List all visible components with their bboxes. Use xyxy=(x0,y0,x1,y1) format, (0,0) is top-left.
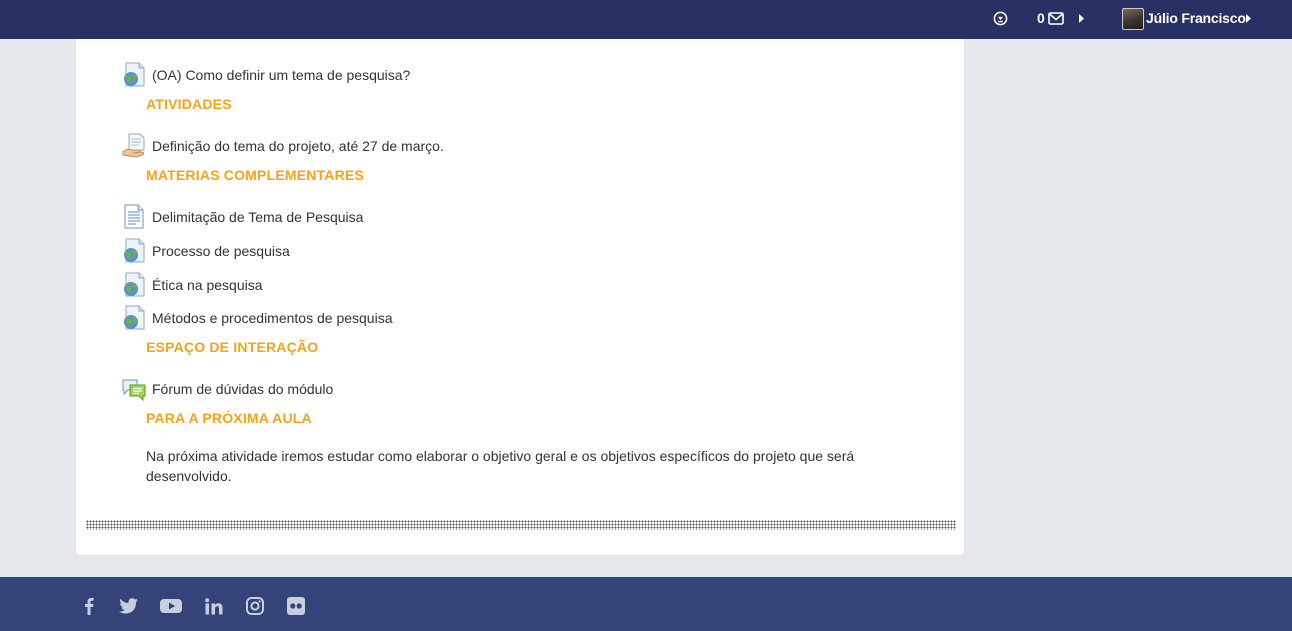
activity-item[interactable]: Processo de pesquisa xyxy=(122,238,290,264)
next-class-description: Na próxima atividade iremos estudar como… xyxy=(146,448,855,484)
assignment-hand-icon xyxy=(122,133,145,158)
flickr-icon[interactable] xyxy=(285,596,307,616)
activity-item[interactable]: Definição do tema do projeto, até 27 de … xyxy=(122,133,444,159)
page-document-icon xyxy=(124,204,144,229)
message-count[interactable]: 0 xyxy=(1037,10,1045,26)
activity-link[interactable]: (OA) Como definir um tema de pesquisa? xyxy=(152,67,410,83)
help-circle-icon[interactable] xyxy=(993,11,1008,26)
section-title: ATIVIDADES xyxy=(146,96,232,112)
section-title: ESPAÇO DE INTERAÇÃO xyxy=(146,339,319,355)
url-globe-icon xyxy=(124,62,145,87)
caret-right-icon[interactable] xyxy=(1245,13,1252,24)
user-menu-name[interactable]: Júlio Francisco xyxy=(1146,10,1246,26)
activity-link[interactable]: Definição do tema do projeto, até 27 de … xyxy=(152,138,444,154)
activity-item[interactable]: Fórum de dúvidas do módulo xyxy=(122,376,333,402)
section-title: PARA A PRÓXIMA AULA xyxy=(146,410,312,426)
activity-item[interactable]: (OA) Como definir um tema de pesquisa? xyxy=(122,62,410,88)
youtube-icon[interactable] xyxy=(160,596,182,616)
avatar[interactable] xyxy=(1122,8,1144,30)
activity-link[interactable]: Fórum de dúvidas do módulo xyxy=(152,381,333,397)
course-section-card: (OA) Como definir um tema de pesquisa? A… xyxy=(75,39,965,556)
forum-chat-icon xyxy=(122,379,146,402)
caret-right-icon[interactable] xyxy=(1078,13,1085,24)
top-navbar: 0 Júlio Francisco xyxy=(0,0,1292,39)
activity-item[interactable]: Ética na pesquisa xyxy=(122,272,263,298)
activity-link[interactable]: Processo de pesquisa xyxy=(152,243,290,259)
instagram-icon[interactable] xyxy=(244,596,266,616)
activity-link[interactable]: Ética na pesquisa xyxy=(152,277,263,293)
facebook-icon[interactable] xyxy=(78,596,100,616)
activity-link[interactable]: Métodos e procedimentos de pesquisa xyxy=(152,310,392,326)
url-globe-icon xyxy=(124,238,145,263)
url-globe-icon xyxy=(124,272,145,297)
activity-item[interactable]: Métodos e procedimentos de pesquisa xyxy=(122,305,392,331)
activity-link[interactable]: Delimitação de Tema de Pesquisa xyxy=(152,209,363,225)
section-title: MATERIAS COMPLEMENTARES xyxy=(146,167,364,183)
footer xyxy=(0,577,1292,631)
linkedin-icon[interactable] xyxy=(203,596,225,616)
activity-item[interactable]: Delimitação de Tema de Pesquisa xyxy=(122,204,363,230)
url-globe-icon xyxy=(124,305,145,330)
twitter-icon[interactable] xyxy=(117,596,139,616)
section-divider xyxy=(86,520,956,530)
envelope-icon[interactable] xyxy=(1048,12,1064,25)
